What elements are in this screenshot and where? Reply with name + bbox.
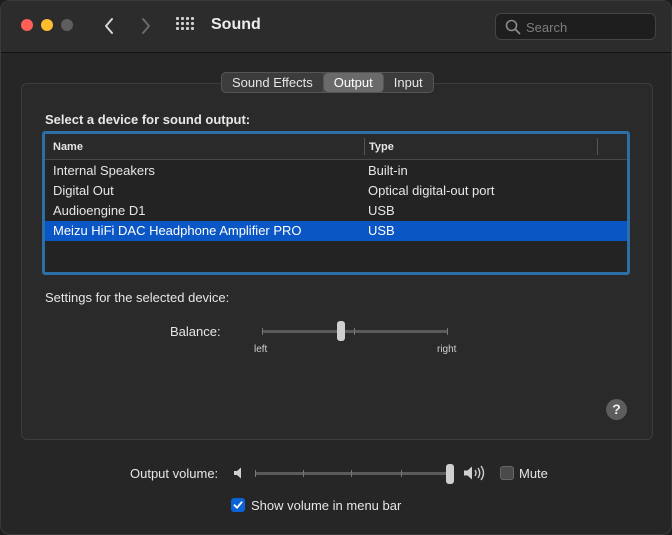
mute-label[interactable]: Mute bbox=[519, 466, 548, 481]
device-type: USB bbox=[368, 203, 395, 218]
help-button[interactable]: ? bbox=[606, 399, 627, 420]
volume-slider-thumb[interactable] bbox=[446, 464, 454, 484]
balance-label: Balance: bbox=[170, 324, 221, 339]
balance-slider-track[interactable] bbox=[262, 328, 448, 335]
chevron-left-icon bbox=[105, 18, 113, 34]
device-type: Built-in bbox=[368, 163, 408, 178]
table-row-selected[interactable]: Meizu HiFi DAC Headphone Amplifier PRO U… bbox=[45, 221, 627, 241]
table-row[interactable]: Internal Speakers Built-in bbox=[45, 161, 627, 181]
volume-slider-track[interactable] bbox=[255, 470, 450, 477]
title-bar: Sound bbox=[1, 1, 671, 53]
slider-tick bbox=[351, 470, 352, 477]
device-type: USB bbox=[368, 223, 395, 238]
device-type: Optical digital-out port bbox=[368, 183, 495, 198]
tab-output[interactable]: Output bbox=[323, 73, 384, 92]
minimize-window-button[interactable] bbox=[41, 19, 53, 31]
output-volume-label: Output volume: bbox=[130, 466, 219, 481]
close-window-button[interactable] bbox=[21, 19, 33, 31]
show-volume-label[interactable]: Show volume in menu bar bbox=[251, 498, 401, 513]
device-table[interactable]: Name Type Internal Speakers Built-in Dig… bbox=[42, 131, 630, 275]
table-row[interactable]: Digital Out Optical digital-out port bbox=[45, 181, 627, 201]
slider-tick bbox=[255, 470, 256, 477]
column-divider bbox=[364, 138, 365, 155]
sound-preferences-window: Sound Select a device for sound output: … bbox=[0, 0, 672, 535]
search-icon bbox=[505, 19, 521, 35]
search-input[interactable] bbox=[526, 18, 646, 36]
output-panel: Select a device for sound output: Name T… bbox=[21, 83, 653, 440]
device-name: Internal Speakers bbox=[53, 163, 155, 178]
speaker-low-icon bbox=[234, 467, 241, 479]
device-name: Meizu HiFi DAC Headphone Amplifier PRO bbox=[53, 223, 302, 238]
settings-label: Settings for the selected device: bbox=[45, 290, 230, 305]
forward-button[interactable] bbox=[135, 14, 157, 38]
back-button[interactable] bbox=[98, 14, 120, 38]
column-divider bbox=[597, 138, 598, 155]
zoom-window-button[interactable] bbox=[61, 19, 73, 31]
window-title: Sound bbox=[211, 16, 261, 33]
device-list-heading: Select a device for sound output: bbox=[45, 112, 251, 127]
slider-tick bbox=[447, 328, 448, 335]
search-field[interactable] bbox=[495, 13, 656, 40]
slider-tick bbox=[401, 470, 402, 477]
column-header-type[interactable]: Type bbox=[369, 141, 394, 153]
balance-slider-thumb[interactable] bbox=[337, 321, 345, 341]
device-name: Digital Out bbox=[53, 183, 114, 198]
mute-checkbox[interactable] bbox=[500, 466, 514, 480]
tab-bar: Sound Effects Output Input bbox=[221, 72, 434, 93]
column-header-name[interactable]: Name bbox=[53, 141, 83, 153]
show-volume-checkbox[interactable] bbox=[231, 498, 245, 512]
slider-tick bbox=[354, 328, 355, 335]
slider-tick bbox=[262, 328, 263, 335]
slider-tick bbox=[303, 470, 304, 477]
show-all-button[interactable] bbox=[176, 17, 196, 35]
tab-input[interactable]: Input bbox=[384, 73, 433, 92]
balance-right-label: right bbox=[437, 344, 457, 355]
chevron-right-icon bbox=[142, 18, 150, 34]
checkmark-icon bbox=[233, 501, 243, 509]
balance-left-label: left bbox=[254, 344, 268, 355]
speaker-high-icon bbox=[464, 465, 485, 481]
table-row[interactable]: Audioengine D1 USB bbox=[45, 201, 627, 221]
device-name: Audioengine D1 bbox=[53, 203, 146, 218]
table-header: Name Type bbox=[45, 134, 627, 160]
tab-sound-effects[interactable]: Sound Effects bbox=[222, 73, 324, 92]
